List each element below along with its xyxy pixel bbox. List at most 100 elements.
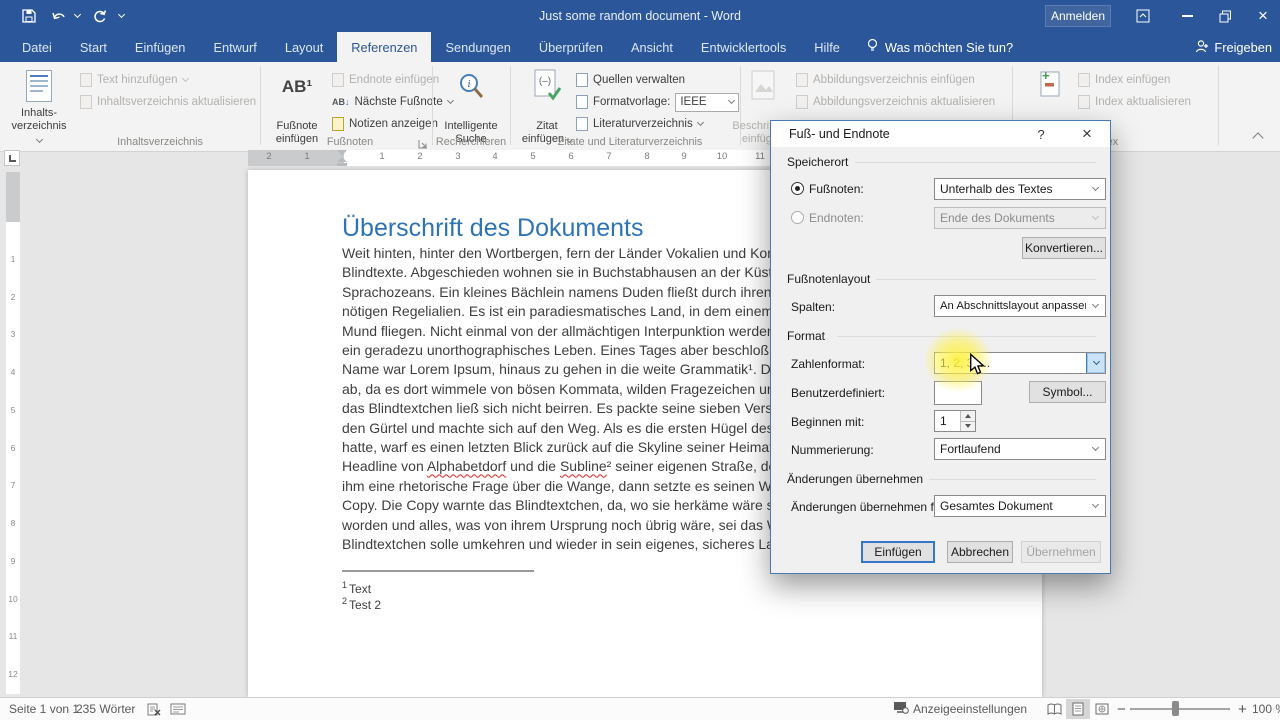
minimize-icon[interactable] [1172,4,1202,28]
zoom-level[interactable]: 100 % [1252,698,1280,720]
restore-icon[interactable] [1210,4,1240,28]
insert-index-button[interactable]: Index einfügen [1078,70,1170,90]
citation-icon: (–) [530,68,564,104]
numbering-label: Nummerierung: [791,443,874,457]
dialog-title: Fuß- und Endnote [789,127,890,141]
chevron-down-icon [35,136,42,143]
tell-me-box[interactable]: Was möchten Sie tun? [854,32,1025,62]
section-apply: Änderungen übernehmen [787,472,929,486]
mark-entry-icon: + [1032,68,1066,104]
display-settings-button[interactable]: Anzeigeeinstellungen [893,698,1027,720]
share-button[interactable]: Freigeben [1195,32,1272,62]
tab-start[interactable]: Start [66,32,121,62]
style-select[interactable]: IEEE [675,93,739,112]
numbering-select[interactable]: Fortlaufend [934,438,1106,460]
vertical-ruler[interactable]: 1 2 3 4 5 6 7 8 9 10 11 12 [6,172,20,694]
dialog-close-icon[interactable]: × [1070,121,1104,147]
tab-entwicklertools[interactable]: Entwicklertools [687,32,800,62]
ruler-number: 10 [6,594,20,604]
customize-quick-access-icon[interactable] [114,0,128,32]
manage-sources-button[interactable]: Quellen verwalten [576,70,685,90]
style-row: Formatvorlage: IEEE [576,92,739,112]
spinner-up-icon[interactable] [961,411,975,421]
ruler-number: 4 [489,151,501,162]
next-footnote-button[interactable]: AB↓ Nächste Fußnote [332,92,453,112]
show-notes-icon [332,117,344,131]
tab-hilfe[interactable]: Hilfe [800,32,854,62]
update-toc-button[interactable]: Inhaltsverzeichnis aktualisieren [80,92,256,112]
tab-entwurf[interactable]: Entwurf [199,32,270,62]
spinner-down-icon[interactable] [961,421,975,432]
save-icon[interactable] [18,0,40,32]
tab-einfuegen[interactable]: Einfügen [121,32,200,62]
tab-sendungen[interactable]: Sendungen [431,32,524,62]
web-layout-button[interactable] [1090,698,1114,720]
proofing-status-icon[interactable] [146,698,162,720]
custom-mark-label: Benutzerdefiniert: [791,386,885,400]
toc-button[interactable]: Inhalts-verzeichnis [8,66,70,146]
ruler-number: 5 [6,405,20,415]
ruler-number: 2 [6,292,20,302]
dialog-title-bar[interactable]: Fuß- und Endnote ? × [771,121,1110,147]
custom-mark-input[interactable] [934,381,982,405]
footnotes-radio[interactable] [791,182,804,195]
endnotes-radio[interactable] [791,211,804,224]
read-mode-button[interactable] [1042,698,1066,720]
chevron-down-icon[interactable] [1086,353,1105,373]
sign-in-button[interactable]: Anmelden [1045,5,1111,27]
footnotes-position-select[interactable]: Unterhalb des Textes [934,178,1106,200]
columns-select[interactable]: An Abschnittslayout anpassen [934,295,1106,317]
undo-icon[interactable] [46,0,72,32]
smart-lookup-button[interactable]: i IntelligenteSuche [440,66,502,146]
start-at-spinner[interactable]: 1 [934,410,976,432]
dialog-help-icon[interactable]: ? [1024,121,1058,147]
tab-ueberpruefen[interactable]: Überprüfen [525,32,617,62]
show-notes-button[interactable]: Notizen anzeigen [332,114,438,134]
tab-selector[interactable] [4,150,20,166]
close-icon[interactable]: × [1248,4,1278,28]
apply-to-label: Änderungen übernehmen für: [791,500,948,514]
insert-footnote-button[interactable]: AB¹ Fußnoteeinfügen [266,66,328,146]
apply-button[interactable]: Übernehmen [1021,541,1101,563]
zoom-out-button[interactable]: − [1117,698,1126,720]
page-indicator[interactable]: Seite 1 von 1 [9,698,79,720]
print-layout-button[interactable] [1066,698,1090,720]
endnotes-radio-label[interactable]: Endnoten: [809,211,864,225]
word-count[interactable]: 235 Wörter [76,698,135,720]
zoom-slider-thumb[interactable] [1172,701,1179,716]
redo-icon[interactable] [86,0,112,32]
undo-dropdown-icon[interactable] [72,0,82,32]
ribbon-display-options-icon[interactable] [1128,4,1158,28]
convert-button[interactable]: Konvertieren... [1022,237,1106,259]
update-table-of-figures-button[interactable]: Abbildungsverzeichnis aktualisieren [796,92,995,112]
update-index-button[interactable]: Index aktualisieren [1078,92,1191,112]
tab-datei[interactable]: Datei [8,32,66,62]
insert-index-icon [1078,73,1090,87]
columns-label: Spalten: [791,300,835,314]
symbol-button[interactable]: Symbol... [1029,381,1106,403]
zoom-in-button[interactable]: + [1238,698,1247,720]
style-icon [576,95,588,109]
insert-button[interactable]: Einfügen [861,541,935,563]
start-at-label: Beginnen mit: [791,415,864,429]
tab-ansicht[interactable]: Ansicht [617,32,687,62]
ruler-number: 9 [6,556,20,566]
insert-table-of-figures-button[interactable]: Abbildungsverzeichnis einfügen [796,70,975,90]
title-bar: Just some random document - Word Anmelde… [0,0,1280,32]
collapse-ribbon-icon[interactable] [1254,134,1262,142]
bibliography-button[interactable]: Literaturverzeichnis [576,114,703,134]
cancel-button[interactable]: Abbrechen [947,541,1013,563]
macro-recording-icon[interactable] [170,698,186,720]
number-format-select[interactable]: 1, 2, 3, ... [934,352,1106,374]
tab-layout[interactable]: Layout [271,32,337,62]
document-heading: Überschrift des Dokuments [342,214,644,243]
insert-endnote-button[interactable]: Endnote einfügen [332,70,439,90]
zoom-slider-track[interactable] [1130,708,1230,710]
apply-to-select[interactable]: Gesamtes Dokument [934,495,1106,517]
add-text-button[interactable]: Text hinzufügen [80,70,188,90]
insert-citation-button[interactable]: (–) Zitateinfügen [516,66,578,146]
footnotes-radio-label[interactable]: Fußnoten: [809,182,864,196]
ruler-number: 7 [603,151,615,162]
indent-markers[interactable] [336,150,348,166]
tab-referenzen[interactable]: Referenzen [337,32,431,62]
